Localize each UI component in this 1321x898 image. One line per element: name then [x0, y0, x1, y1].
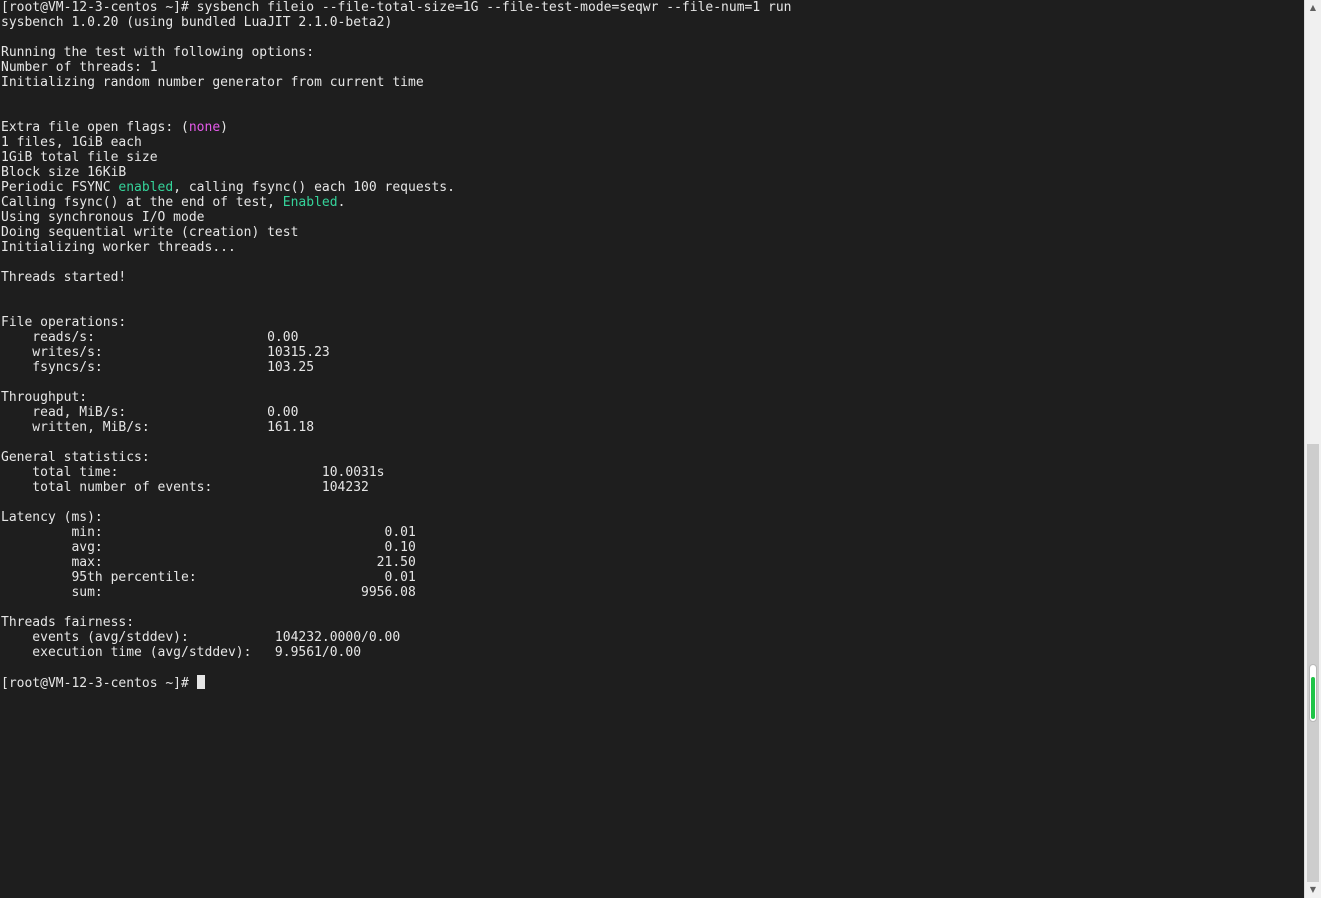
terminal-line: Threads started! — [1, 270, 127, 285]
terminal-line: written, MiB/s: 161.18 — [1, 420, 315, 435]
terminal-line: avg: 0.10 — [1, 540, 416, 555]
terminal-line: Initializing worker threads... — [1, 240, 236, 255]
terminal-line: total number of events: 104232 — [1, 480, 369, 495]
terminal-line: read, MiB/s: 0.00 — [1, 405, 299, 420]
terminal-line: Doing sequential write (creation) test — [1, 225, 299, 240]
terminal-line: execution time (avg/stddev): 9.9561/0.00 — [1, 645, 362, 660]
terminal-line: Throughput: — [1, 390, 88, 405]
terminal-line: events (avg/stddev): 104232.0000/0.00 — [1, 630, 401, 645]
scroll-up-arrow-icon[interactable]: ▲ — [1305, 0, 1321, 16]
terminal-line: max: 21.50 — [1, 555, 416, 570]
text-cursor — [196, 675, 205, 689]
terminal-line: reads/s: 0.00 — [1, 330, 299, 345]
terminal-line: writes/s: 10315.23 — [1, 345, 330, 360]
vertical-scrollbar[interactable]: ▲ ▼ — [1304, 0, 1321, 898]
terminal-line: sum: 9956.08 — [1, 585, 416, 600]
terminal-line: Threads fairness: — [1, 615, 135, 630]
terminal-line: total time: 10.0031s — [1, 465, 385, 480]
terminal-line: min: 0.01 — [1, 525, 416, 540]
terminal-line: Periodic FSYNC enabled, calling fsync() … — [1, 180, 455, 195]
terminal-line: Calling fsync() at the end of test, Enab… — [1, 195, 346, 210]
terminal-line: Number of threads: 1 — [1, 60, 158, 75]
terminal-line: 1 files, 1GiB each — [1, 135, 142, 150]
terminal-line: General statistics: — [1, 450, 150, 465]
terminal-line: Initializing random number generator fro… — [1, 75, 424, 90]
terminal-line: 95th percentile: 0.01 — [1, 570, 416, 585]
terminal-line: Block size 16KiB — [1, 165, 127, 180]
highlighted-token: none — [188, 120, 221, 135]
scroll-position-marker-fill — [1311, 677, 1315, 719]
highlighted-token: enabled — [118, 180, 174, 195]
terminal-window[interactable]: [root@VM-12-3-centos ~]# sysbench fileio… — [0, 0, 1304, 898]
highlighted-token: Enabled — [282, 195, 338, 210]
terminal-line: [root@VM-12-3-centos ~]# — [1, 675, 792, 691]
terminal-line: 1GiB total file size — [1, 150, 158, 165]
terminal-line: Latency (ms): — [1, 510, 103, 525]
scrollbar-thumb[interactable] — [1307, 444, 1319, 882]
terminal-line: Running the test with following options: — [1, 45, 315, 60]
terminal-line: Using synchronous I/O mode — [1, 210, 205, 225]
scroll-down-arrow-icon[interactable]: ▼ — [1305, 882, 1321, 898]
terminal-line: [root@VM-12-3-centos ~]# sysbench fileio… — [1, 0, 792, 15]
terminal-line: sysbench 1.0.20 (using bundled LuaJIT 2.… — [1, 15, 393, 30]
scroll-position-marker — [1309, 664, 1317, 722]
terminal-line: Extra file open flags: (none) — [1, 120, 228, 135]
terminal-line: File operations: — [1, 315, 127, 330]
terminal-output: [root@VM-12-3-centos ~]# sysbench fileio… — [1, 0, 792, 691]
terminal-line: fsyncs/s: 103.25 — [1, 360, 315, 375]
